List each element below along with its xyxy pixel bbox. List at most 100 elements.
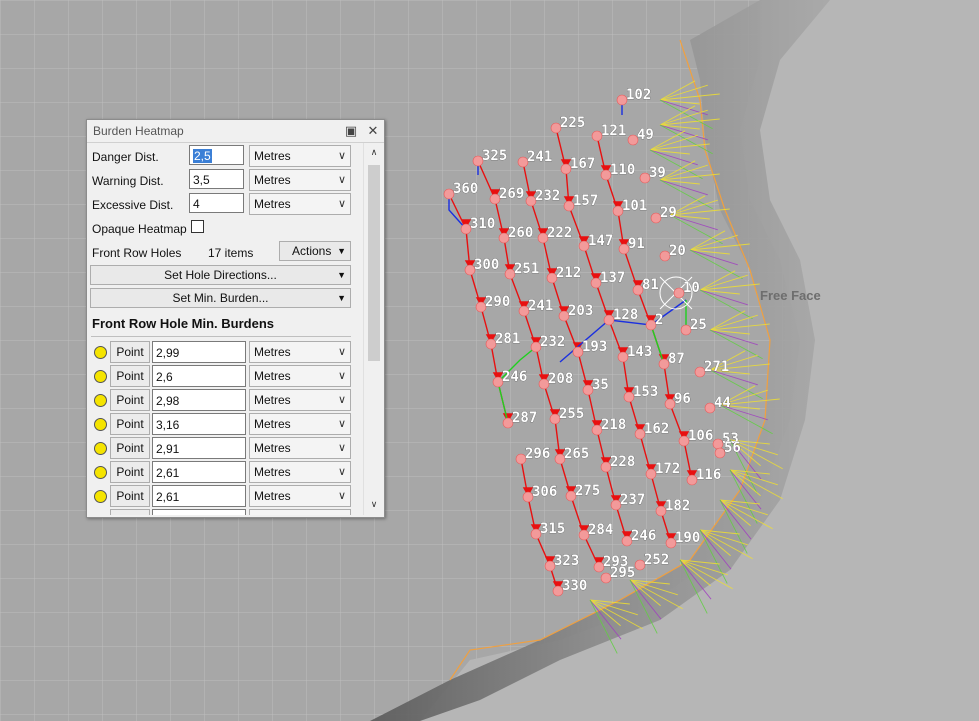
hole-id-label: 106 [688,428,713,444]
burden-value-input[interactable]: 2,91 [152,437,246,459]
burden-unit-dropdown[interactable]: Metres ∨ [249,437,351,459]
hole-id-label: 315 [540,521,565,537]
burden-value-input[interactable]: 2,6 [152,365,246,387]
chevron-down-icon: ∨ [337,490,346,502]
hole-id-label: 110 [610,162,635,178]
chevron-down-icon: ∨ [337,418,346,430]
hole-id-label: 91 [628,236,645,252]
set-hole-directions-button[interactable]: Set Hole Directions... ▼ [90,265,351,285]
burden-unit-dropdown[interactable]: Metres ∨ [249,485,351,507]
front-row-count: 17 items [208,246,254,260]
burden-value-input[interactable]: 2,61 [152,485,246,507]
point-button[interactable]: Point [110,365,150,387]
dropdown-arrow-icon: ▼ [337,246,346,256]
hole-id-label: 44 [714,395,731,411]
hole-id-label: 147 [588,233,613,249]
burden-unit-dropdown[interactable]: Metres ∨ [249,341,351,363]
danger-dist-input[interactable]: 2,5 [189,145,244,165]
burden-value-input[interactable]: 2,98 [152,389,246,411]
chevron-down-icon: ∨ [337,198,346,210]
hole-id-label: 128 [613,307,638,323]
scroll-thumb[interactable] [368,165,380,361]
hole-id-label: 296 [525,446,550,462]
hole-id-label: 20 [669,243,686,259]
panel-scrollbar[interactable]: ∧ ∨ [363,143,384,515]
hole-id-label: 271 [704,359,729,375]
hole-id-label: 137 [600,270,625,286]
excessive-dist-label: Excessive Dist. [92,198,174,212]
hole-id-label: 81 [642,277,659,293]
hole-id-label: 246 [631,528,656,544]
hole-id-label: 228 [610,454,635,470]
hole-id-label: 232 [540,334,565,350]
hole-id-label: 325 [482,148,507,164]
hole-id-label: 193 [582,339,607,355]
burden-heatmap-panel: Burden Heatmap ▣ ✕ Danger Dist. 2,5 Metr… [86,119,385,518]
status-dot [94,394,107,407]
hole-id-label: 182 [665,498,690,514]
scroll-up-icon[interactable]: ∧ [364,143,384,161]
close-icon[interactable]: ✕ [362,120,384,142]
opaque-heatmap-checkbox[interactable] [191,220,204,233]
actions-button[interactable]: Actions ▼ [279,241,351,261]
front-row-holes-label: Front Row Holes [92,246,182,260]
hole-id-label: 208 [548,371,573,387]
danger-unit-dropdown[interactable]: Metres ∨ [249,145,351,167]
hole-id-label: 265 [564,446,589,462]
burden-unit-dropdown[interactable]: Metres ∨ [249,461,351,483]
hole-id-label: 218 [601,417,626,433]
chevron-down-icon: ∨ [337,150,346,162]
hole-id-label: 49 [637,127,654,143]
point-button[interactable]: Point [110,461,150,483]
point-button[interactable]: Point [110,341,150,363]
hole-id-label: 232 [535,188,560,204]
hole-id-label: 269 [499,186,524,202]
hole-id-label: 241 [528,298,553,314]
chevron-down-icon: ∨ [337,346,346,358]
hole-id-label: 251 [514,261,539,277]
point-button[interactable]: Point [110,485,150,507]
hole-id-label: 39 [649,165,666,181]
status-dot [94,490,107,503]
burden-unit-dropdown[interactable]: Metres ∨ [249,389,351,411]
hole-id-label: 284 [588,522,613,538]
burden-value-input[interactable]: 2,61 [152,461,246,483]
excessive-unit-dropdown[interactable]: Metres ∨ [249,193,351,215]
burden-unit-dropdown[interactable] [249,509,351,515]
point-button[interactable]: Point [110,413,150,435]
warning-unit-dropdown[interactable]: Metres ∨ [249,169,351,191]
status-dot [94,442,107,455]
burden-value-input[interactable] [152,509,246,515]
panel-titlebar[interactable]: Burden Heatmap ▣ ✕ [87,120,384,143]
hole-id-label: 212 [556,265,581,281]
burden-value-input[interactable]: 3,16 [152,413,246,435]
hole-id-label: 300 [474,257,499,273]
restore-icon[interactable]: ▣ [340,120,362,142]
hole-id-label: 203 [568,303,593,319]
point-button[interactable]: Point [110,389,150,411]
hole-id-label: 162 [644,421,669,437]
hole-id-label: 35 [592,377,609,393]
status-dot [94,370,107,383]
hole-id-label: 260 [508,225,533,241]
scroll-down-icon[interactable]: ∨ [364,495,384,513]
point-button[interactable]: Point [110,437,150,459]
hole-id-label: 360 [453,181,478,197]
hole-id-label: 10 [683,280,700,296]
hole-id-label: 96 [674,391,691,407]
excessive-dist-input[interactable]: 4 [189,193,244,213]
point-button[interactable] [110,509,150,515]
burden-value-input[interactable]: 2,99 [152,341,246,363]
danger-dist-label: Danger Dist. [92,150,159,164]
panel-title: Burden Heatmap [93,124,184,138]
warning-dist-input[interactable]: 3,5 [189,169,244,189]
status-dot [94,418,107,431]
hole-id-label: 323 [554,553,579,569]
burden-unit-dropdown[interactable]: Metres ∨ [249,413,351,435]
hole-id-label: 29 [660,205,677,221]
dropdown-arrow-icon: ▼ [337,270,346,280]
set-min-burden-button[interactable]: Set Min. Burden... ▼ [90,288,351,308]
burden-unit-dropdown[interactable]: Metres ∨ [249,365,351,387]
hole-id-label: 330 [562,578,587,594]
section-header: Front Row Hole Min. Burdens [92,316,274,331]
